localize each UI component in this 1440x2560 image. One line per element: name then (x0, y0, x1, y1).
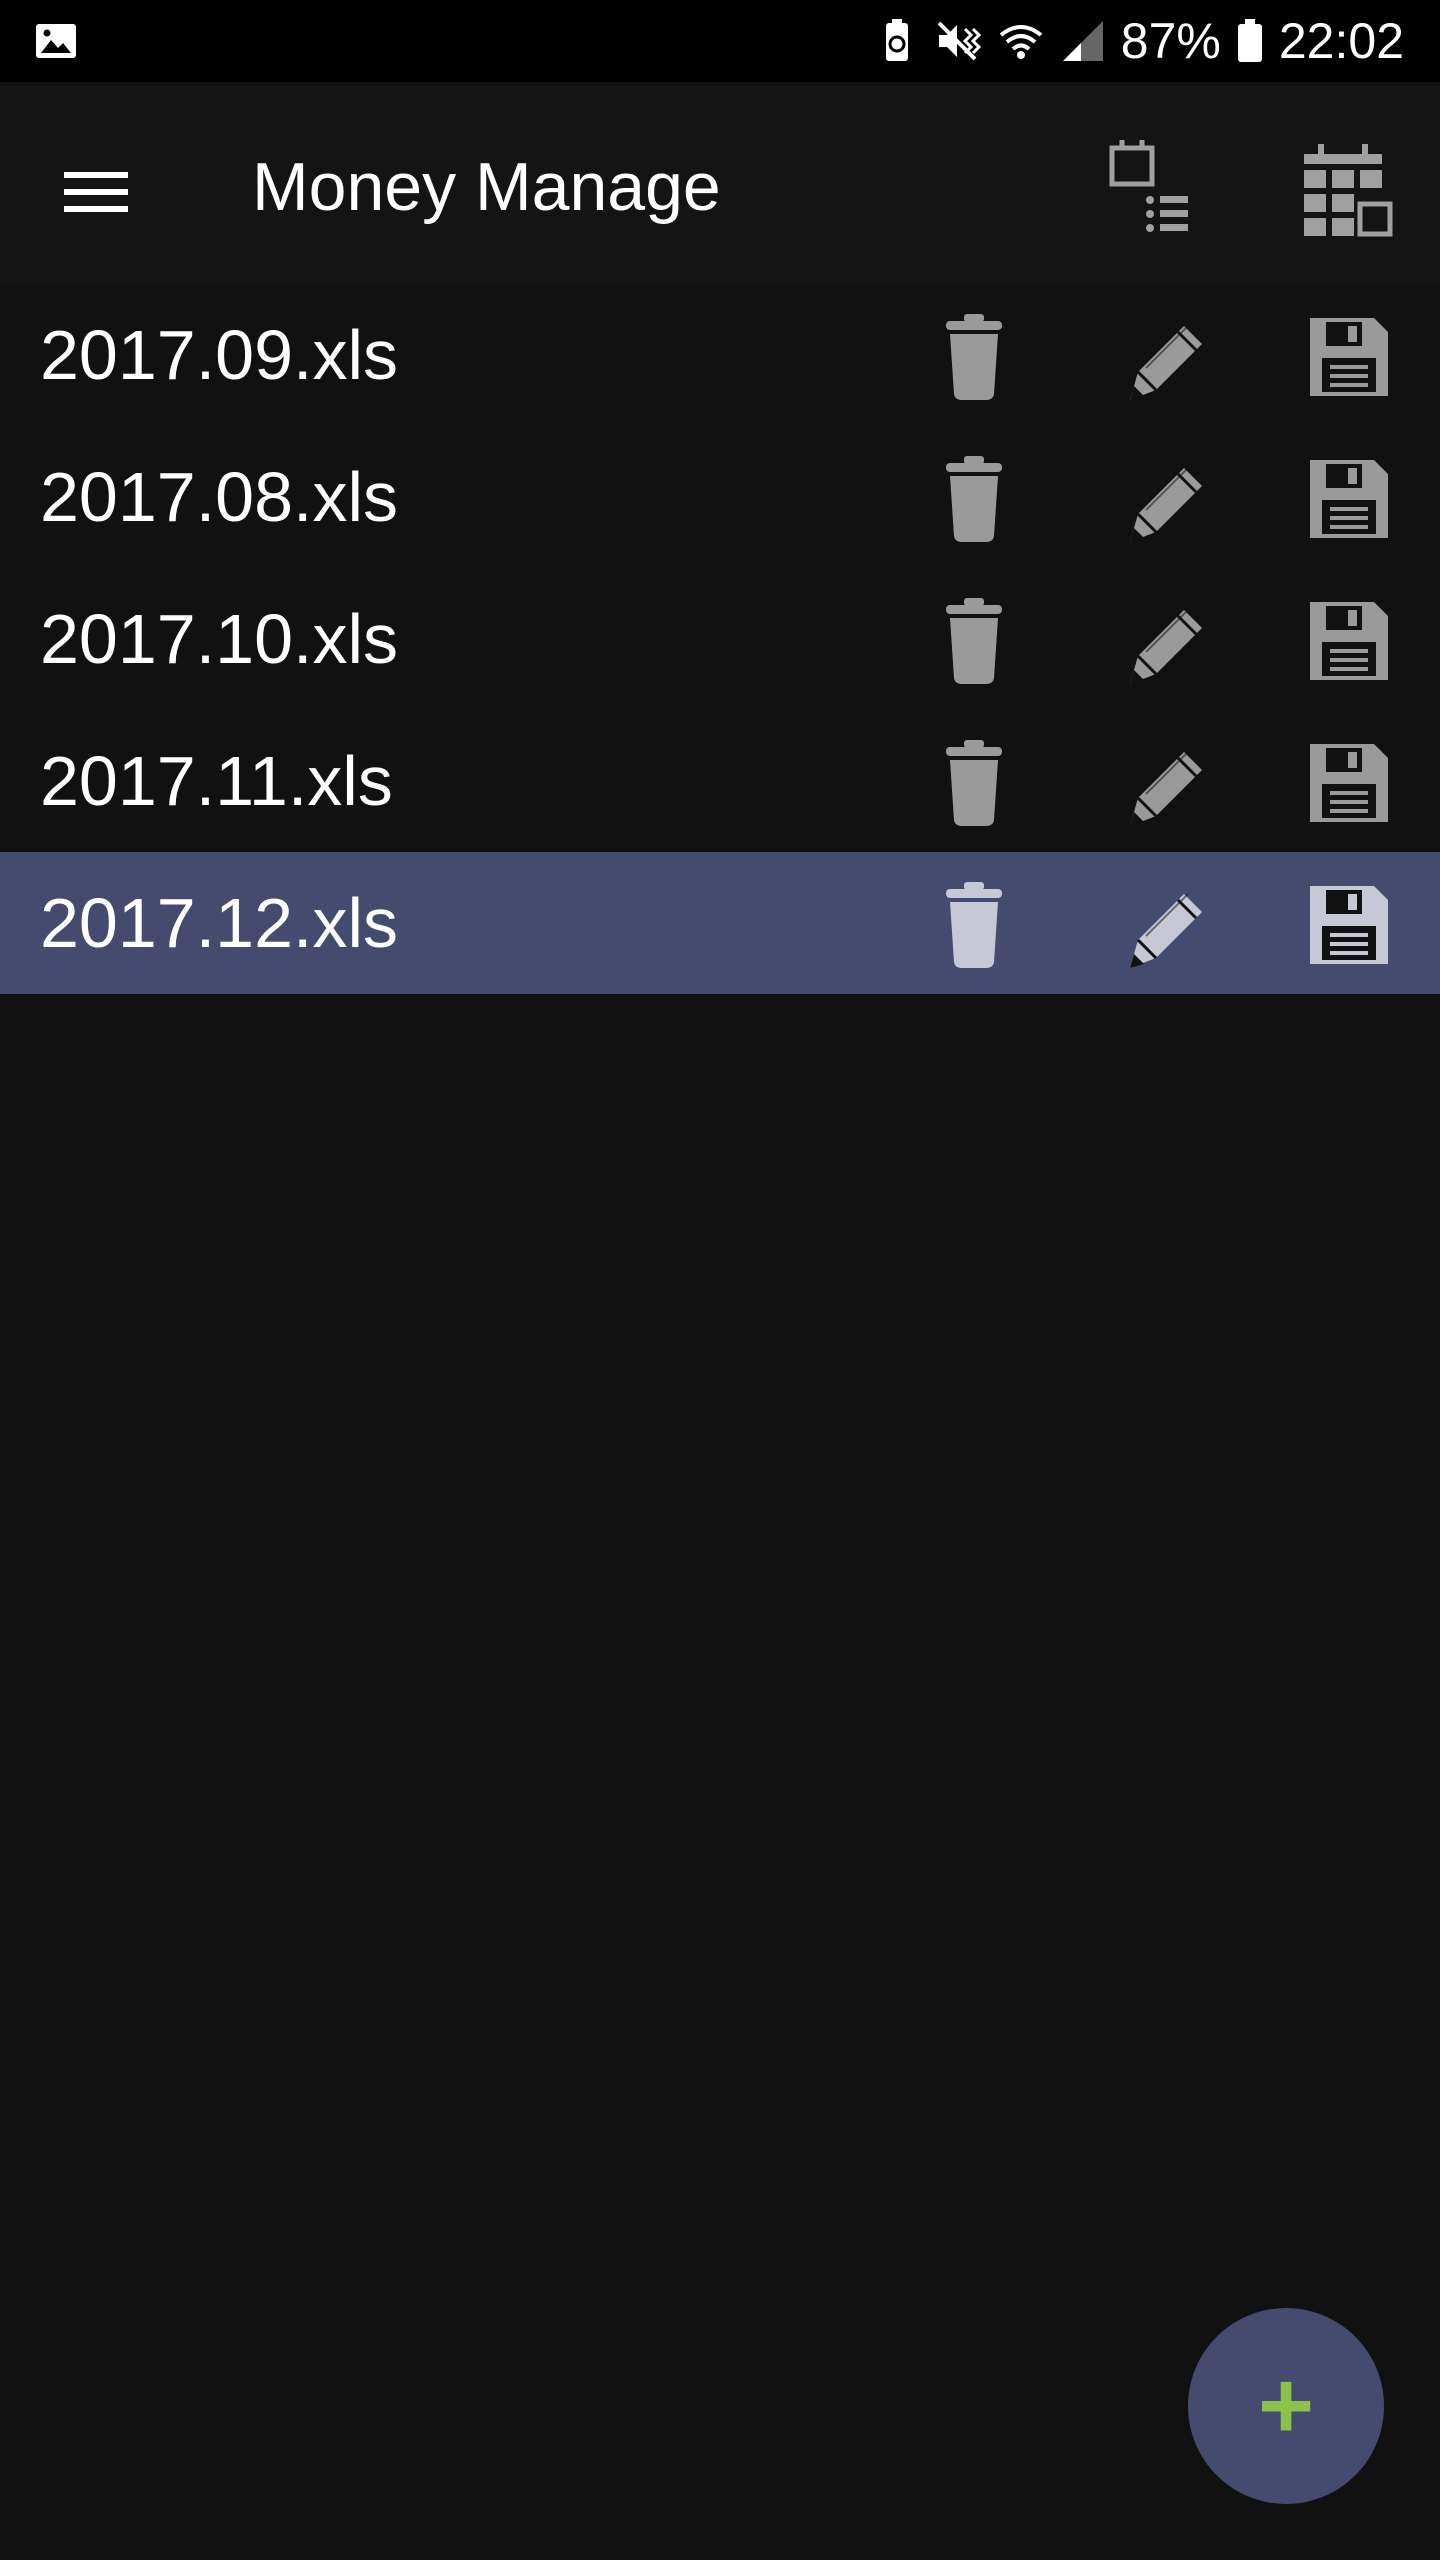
file-name: 2017.12.xls (40, 884, 399, 962)
floppy-disk-icon[interactable] (1296, 304, 1400, 408)
pencil-icon[interactable] (1108, 730, 1212, 834)
pencil-icon[interactable] (1108, 446, 1212, 550)
page-title: Money Manage (252, 149, 721, 225)
battery-icon (1237, 19, 1262, 62)
trash-icon[interactable] (922, 446, 1026, 550)
app-bar: Money Manage (0, 82, 1440, 284)
add-file-button[interactable]: + (1188, 2308, 1384, 2504)
trash-icon[interactable] (922, 588, 1026, 692)
file-row[interactable]: 2017.08.xls (0, 426, 1440, 568)
status-icons: 87% 22:02 (873, 0, 1404, 82)
floppy-disk-icon[interactable] (1296, 446, 1400, 550)
file-name: 2017.10.xls (40, 600, 399, 678)
file-name: 2017.08.xls (40, 458, 399, 536)
pencil-icon[interactable] (1108, 872, 1212, 976)
calendar-list-icon[interactable] (1100, 134, 1212, 246)
menu-icon[interactable] (46, 142, 146, 242)
status-bar: 87% 22:02 (0, 0, 1440, 82)
floppy-disk-icon[interactable] (1296, 872, 1400, 976)
battery-saver-icon (885, 19, 908, 61)
calendar-grid-icon[interactable] (1290, 138, 1402, 250)
file-row[interactable]: 2017.12.xls (0, 852, 1440, 994)
pencil-icon[interactable] (1108, 588, 1212, 692)
add-icon: + (1257, 2352, 1315, 2459)
battery-percent: 87% (1120, 13, 1221, 69)
trash-icon[interactable] (922, 304, 1026, 408)
trash-icon[interactable] (922, 872, 1026, 976)
file-name: 2017.11.xls (40, 742, 393, 820)
floppy-disk-icon[interactable] (1296, 730, 1400, 834)
trash-icon[interactable] (922, 730, 1026, 834)
floppy-disk-icon[interactable] (1296, 588, 1400, 692)
wifi-icon (999, 25, 1043, 59)
file-row[interactable]: 2017.10.xls (0, 568, 1440, 710)
image-icon (36, 24, 76, 58)
vibrate-icon (937, 21, 981, 61)
file-name: 2017.09.xls (40, 316, 399, 394)
signal-icon (1062, 21, 1103, 61)
clock: 22:02 (1278, 13, 1404, 69)
pencil-icon[interactable] (1108, 304, 1212, 408)
file-row[interactable]: 2017.09.xls (0, 284, 1440, 426)
file-row[interactable]: 2017.11.xls (0, 710, 1440, 852)
file-list: 2017.09.xls 2017.08.xls 2017.10.xls 2017.11… (0, 284, 1440, 994)
